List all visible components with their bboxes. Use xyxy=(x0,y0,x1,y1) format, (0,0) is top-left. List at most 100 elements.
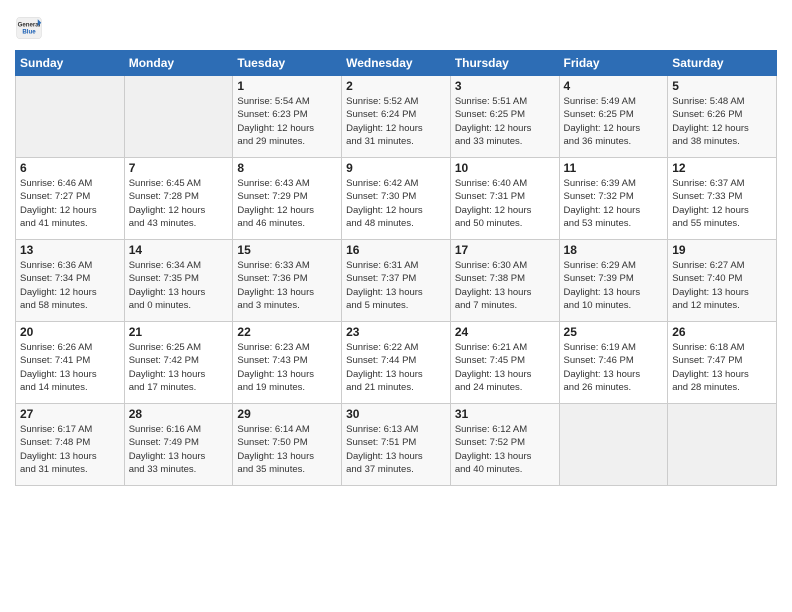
day-cell: 6 Sunrise: 6:46 AM Sunset: 7:27 PM Daylig… xyxy=(16,158,125,240)
day-info: Sunrise: 6:39 AM Sunset: 7:32 PM Dayligh… xyxy=(564,177,664,230)
day-info: Sunrise: 6:42 AM Sunset: 7:30 PM Dayligh… xyxy=(346,177,446,230)
day-header-tuesday: Tuesday xyxy=(233,51,342,76)
day-number: 16 xyxy=(346,243,446,257)
day-info: Sunrise: 6:31 AM Sunset: 7:37 PM Dayligh… xyxy=(346,259,446,312)
day-cell: 17 Sunrise: 6:30 AM Sunset: 7:38 PM Dayli… xyxy=(450,240,559,322)
logo: General Blue xyxy=(15,14,45,42)
day-info: Sunrise: 6:25 AM Sunset: 7:42 PM Dayligh… xyxy=(129,341,229,394)
day-number: 17 xyxy=(455,243,555,257)
day-cell: 10 Sunrise: 6:40 AM Sunset: 7:31 PM Dayli… xyxy=(450,158,559,240)
day-info: Sunrise: 6:43 AM Sunset: 7:29 PM Dayligh… xyxy=(237,177,337,230)
day-number: 25 xyxy=(564,325,664,339)
day-info: Sunrise: 6:17 AM Sunset: 7:48 PM Dayligh… xyxy=(20,423,120,476)
day-cell: 15 Sunrise: 6:33 AM Sunset: 7:36 PM Dayli… xyxy=(233,240,342,322)
day-number: 30 xyxy=(346,407,446,421)
day-cell: 29 Sunrise: 6:14 AM Sunset: 7:50 PM Dayli… xyxy=(233,404,342,486)
day-info: Sunrise: 6:22 AM Sunset: 7:44 PM Dayligh… xyxy=(346,341,446,394)
day-info: Sunrise: 6:40 AM Sunset: 7:31 PM Dayligh… xyxy=(455,177,555,230)
day-info: Sunrise: 6:21 AM Sunset: 7:45 PM Dayligh… xyxy=(455,341,555,394)
day-number: 26 xyxy=(672,325,772,339)
header: General Blue xyxy=(15,10,777,42)
day-cell: 18Sunrise: 6:29 AM Sunset: 7:39 PM Dayli… xyxy=(559,240,668,322)
day-header-saturday: Saturday xyxy=(668,51,777,76)
day-number: 5 xyxy=(672,79,772,93)
day-cell: 8Sunrise: 6:43 AM Sunset: 7:29 PM Daylig… xyxy=(233,158,342,240)
calendar-body: 1 Sunrise: 5:54 AM Sunset: 6:23 PM Daylig… xyxy=(16,76,777,486)
day-cell: 27Sunrise: 6:17 AM Sunset: 7:48 PM Dayli… xyxy=(16,404,125,486)
day-cell: 21 Sunrise: 6:25 AM Sunset: 7:42 PM Dayli… xyxy=(124,322,233,404)
day-cell: 20 Sunrise: 6:26 AM Sunset: 7:41 PM Dayli… xyxy=(16,322,125,404)
day-cell: 11 Sunrise: 6:39 AM Sunset: 7:32 PM Dayli… xyxy=(559,158,668,240)
day-header-thursday: Thursday xyxy=(450,51,559,76)
week-row-5: 27Sunrise: 6:17 AM Sunset: 7:48 PM Dayli… xyxy=(16,404,777,486)
day-number: 23 xyxy=(346,325,446,339)
day-number: 20 xyxy=(20,325,120,339)
day-number: 9 xyxy=(346,161,446,175)
day-info: Sunrise: 6:26 AM Sunset: 7:41 PM Dayligh… xyxy=(20,341,120,394)
day-info: Sunrise: 6:29 AM Sunset: 7:39 PM Dayligh… xyxy=(564,259,664,312)
day-info: Sunrise: 6:37 AM Sunset: 7:33 PM Dayligh… xyxy=(672,177,772,230)
day-info: Sunrise: 6:33 AM Sunset: 7:36 PM Dayligh… xyxy=(237,259,337,312)
day-header-wednesday: Wednesday xyxy=(342,51,451,76)
day-number: 11 xyxy=(564,161,664,175)
day-cell: 28Sunrise: 6:16 AM Sunset: 7:49 PM Dayli… xyxy=(124,404,233,486)
calendar-header-row: SundayMondayTuesdayWednesdayThursdayFrid… xyxy=(16,51,777,76)
day-number: 10 xyxy=(455,161,555,175)
day-number: 6 xyxy=(20,161,120,175)
day-cell: 12Sunrise: 6:37 AM Sunset: 7:33 PM Dayli… xyxy=(668,158,777,240)
day-number: 7 xyxy=(129,161,229,175)
day-number: 3 xyxy=(455,79,555,93)
day-number: 31 xyxy=(455,407,555,421)
week-row-4: 20 Sunrise: 6:26 AM Sunset: 7:41 PM Dayli… xyxy=(16,322,777,404)
day-cell: 7Sunrise: 6:45 AM Sunset: 7:28 PM Daylig… xyxy=(124,158,233,240)
day-info: Sunrise: 6:19 AM Sunset: 7:46 PM Dayligh… xyxy=(564,341,664,394)
day-info: Sunrise: 6:46 AM Sunset: 7:27 PM Dayligh… xyxy=(20,177,120,230)
day-info: Sunrise: 5:51 AM Sunset: 6:25 PM Dayligh… xyxy=(455,95,555,148)
day-number: 4 xyxy=(564,79,664,93)
logo-icon: General Blue xyxy=(15,14,43,42)
week-row-2: 6 Sunrise: 6:46 AM Sunset: 7:27 PM Daylig… xyxy=(16,158,777,240)
day-info: Sunrise: 5:52 AM Sunset: 6:24 PM Dayligh… xyxy=(346,95,446,148)
day-info: Sunrise: 6:12 AM Sunset: 7:52 PM Dayligh… xyxy=(455,423,555,476)
day-info: Sunrise: 6:30 AM Sunset: 7:38 PM Dayligh… xyxy=(455,259,555,312)
day-cell xyxy=(16,76,125,158)
day-info: Sunrise: 6:34 AM Sunset: 7:35 PM Dayligh… xyxy=(129,259,229,312)
day-number: 28 xyxy=(129,407,229,421)
day-info: Sunrise: 6:13 AM Sunset: 7:51 PM Dayligh… xyxy=(346,423,446,476)
day-cell: 30 Sunrise: 6:13 AM Sunset: 7:51 PM Dayli… xyxy=(342,404,451,486)
day-cell xyxy=(668,404,777,486)
day-header-monday: Monday xyxy=(124,51,233,76)
day-number: 24 xyxy=(455,325,555,339)
day-cell: 22 Sunrise: 6:23 AM Sunset: 7:43 PM Dayli… xyxy=(233,322,342,404)
day-cell: 3 Sunrise: 5:51 AM Sunset: 6:25 PM Daylig… xyxy=(450,76,559,158)
day-number: 2 xyxy=(346,79,446,93)
day-number: 15 xyxy=(237,243,337,257)
day-cell: 16 Sunrise: 6:31 AM Sunset: 7:37 PM Dayli… xyxy=(342,240,451,322)
week-row-3: 13Sunrise: 6:36 AM Sunset: 7:34 PM Dayli… xyxy=(16,240,777,322)
day-cell: 5 Sunrise: 5:48 AM Sunset: 6:26 PM Daylig… xyxy=(668,76,777,158)
day-number: 22 xyxy=(237,325,337,339)
day-info: Sunrise: 5:48 AM Sunset: 6:26 PM Dayligh… xyxy=(672,95,772,148)
day-header-sunday: Sunday xyxy=(16,51,125,76)
day-cell: 19Sunrise: 6:27 AM Sunset: 7:40 PM Dayli… xyxy=(668,240,777,322)
day-info: Sunrise: 6:14 AM Sunset: 7:50 PM Dayligh… xyxy=(237,423,337,476)
day-cell: 13Sunrise: 6:36 AM Sunset: 7:34 PM Dayli… xyxy=(16,240,125,322)
day-info: Sunrise: 5:54 AM Sunset: 6:23 PM Dayligh… xyxy=(237,95,337,148)
day-cell: 2 Sunrise: 5:52 AM Sunset: 6:24 PM Daylig… xyxy=(342,76,451,158)
day-info: Sunrise: 6:23 AM Sunset: 7:43 PM Dayligh… xyxy=(237,341,337,394)
day-cell xyxy=(559,404,668,486)
svg-text:General: General xyxy=(18,21,41,28)
day-number: 1 xyxy=(237,79,337,93)
day-number: 14 xyxy=(129,243,229,257)
day-cell: 14 Sunrise: 6:34 AM Sunset: 7:35 PM Dayli… xyxy=(124,240,233,322)
day-number: 21 xyxy=(129,325,229,339)
week-row-1: 1 Sunrise: 5:54 AM Sunset: 6:23 PM Daylig… xyxy=(16,76,777,158)
svg-text:Blue: Blue xyxy=(22,28,36,35)
day-info: Sunrise: 6:18 AM Sunset: 7:47 PM Dayligh… xyxy=(672,341,772,394)
day-cell: 24 Sunrise: 6:21 AM Sunset: 7:45 PM Dayli… xyxy=(450,322,559,404)
day-cell: 26 Sunrise: 6:18 AM Sunset: 7:47 PM Dayli… xyxy=(668,322,777,404)
day-cell: 1 Sunrise: 5:54 AM Sunset: 6:23 PM Daylig… xyxy=(233,76,342,158)
calendar-table: SundayMondayTuesdayWednesdayThursdayFrid… xyxy=(15,50,777,486)
day-number: 29 xyxy=(237,407,337,421)
day-info: Sunrise: 6:27 AM Sunset: 7:40 PM Dayligh… xyxy=(672,259,772,312)
